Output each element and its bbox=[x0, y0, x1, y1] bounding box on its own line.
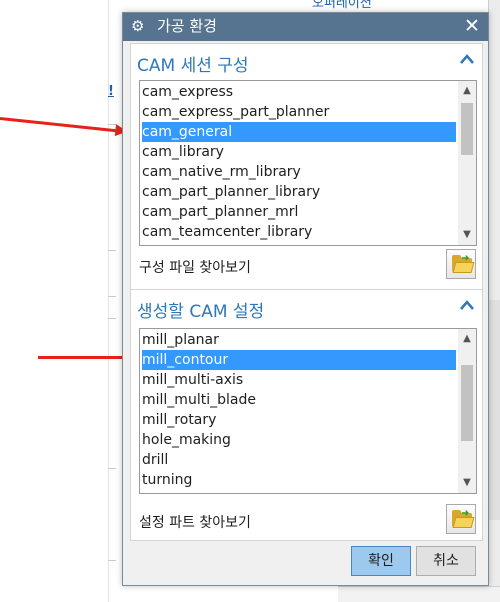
session-config-group: CAM 세션 구성 cam_express cam_express_part_p… bbox=[130, 43, 483, 295]
background-heading: 오퍼레이션 bbox=[312, 0, 372, 11]
session-config-listbox[interactable]: cam_express cam_express_part_planner cam… bbox=[139, 80, 477, 246]
setup-to-create-group: 생성할 CAM 설정 mill_planar mill_contour mill… bbox=[130, 289, 483, 541]
background-dash bbox=[108, 296, 116, 297]
arrow-icon: ➜ bbox=[461, 508, 470, 519]
cancel-button[interactable]: 취소 bbox=[416, 546, 476, 576]
chevron-up-icon[interactable] bbox=[460, 298, 474, 312]
list-item[interactable]: cam_express bbox=[142, 82, 456, 102]
background-dash bbox=[108, 124, 116, 125]
list-item[interactable]: cam_part_planner_library bbox=[142, 182, 456, 202]
list-item[interactable]: drill bbox=[142, 450, 456, 470]
annotation-arrow-cam-general bbox=[0, 117, 118, 133]
setup-to-create-scrollbar[interactable]: ▲ ▼ bbox=[458, 329, 476, 493]
setup-to-create-title: 생성할 CAM 설정 bbox=[137, 302, 265, 322]
background-status-strip bbox=[338, 586, 500, 602]
session-config-header[interactable]: CAM 세션 구성 bbox=[131, 44, 482, 78]
list-item-selected[interactable]: mill_contour bbox=[142, 350, 456, 370]
list-item[interactable]: cam_native_rm_library bbox=[142, 162, 456, 182]
dialog-titlebar[interactable]: ⚙ 가공 환경 ✕ bbox=[123, 13, 488, 41]
list-item-selected[interactable]: cam_general bbox=[142, 122, 456, 142]
background-dash bbox=[108, 250, 116, 251]
config-file-browse-label: 구성 파일 찾아보기 bbox=[139, 260, 251, 276]
background-marker: ! bbox=[108, 84, 114, 99]
close-button[interactable]: ✕ bbox=[462, 15, 482, 37]
machining-environment-dialog: ⚙ 가공 환경 ✕ CAM 세션 구성 cam_express cam_expr… bbox=[122, 12, 489, 586]
list-item[interactable]: cam_express_part_planner bbox=[142, 102, 456, 122]
session-config-scrollbar[interactable]: ▲ ▼ bbox=[458, 81, 476, 245]
ok-button[interactable]: 확인 bbox=[351, 546, 411, 576]
gear-icon: ⚙ bbox=[131, 17, 145, 35]
scroll-down-icon[interactable]: ▼ bbox=[458, 227, 476, 243]
dialog-title: 가공 환경 bbox=[157, 17, 217, 35]
scroll-up-icon[interactable]: ▲ bbox=[458, 331, 476, 347]
scroll-up-icon[interactable]: ▲ bbox=[458, 83, 476, 99]
list-item[interactable]: cam_library bbox=[142, 142, 456, 162]
setup-to-create-header[interactable]: 생성할 CAM 설정 bbox=[131, 290, 482, 324]
list-item[interactable]: hole_making bbox=[142, 430, 456, 450]
arrow-icon: ➜ bbox=[461, 253, 470, 264]
list-item[interactable]: turning bbox=[142, 470, 456, 490]
scrollbar-thumb[interactable] bbox=[461, 365, 473, 441]
annotation-arrow-mill-contour bbox=[38, 351, 136, 363]
setup-part-browse-label: 설정 파트 찾아보기 bbox=[139, 515, 251, 531]
chevron-up-icon[interactable] bbox=[460, 52, 474, 66]
background-graphics-area bbox=[489, 300, 500, 520]
list-item[interactable]: cam_teamcenter_library bbox=[142, 222, 456, 242]
session-config-title: CAM 세션 구성 bbox=[137, 56, 249, 76]
list-item[interactable]: mill_rotary bbox=[142, 410, 456, 430]
browse-setup-part-button[interactable]: ➜ bbox=[446, 504, 476, 534]
background-dash bbox=[108, 560, 116, 561]
browse-config-file-button[interactable]: ➜ bbox=[446, 249, 476, 279]
background-dash bbox=[108, 468, 116, 469]
setup-to-create-listbox[interactable]: mill_planar mill_contour mill_multi-axis… bbox=[139, 328, 477, 494]
list-item[interactable]: cam_part_planner_mrl bbox=[142, 202, 456, 222]
scroll-down-icon[interactable]: ▼ bbox=[458, 475, 476, 491]
scrollbar-thumb[interactable] bbox=[461, 103, 473, 155]
list-item[interactable]: mill_multi_blade bbox=[142, 390, 456, 410]
list-item[interactable]: mill_planar bbox=[142, 330, 456, 350]
background-dash bbox=[108, 318, 116, 319]
list-item[interactable]: mill_multi-axis bbox=[142, 370, 456, 390]
